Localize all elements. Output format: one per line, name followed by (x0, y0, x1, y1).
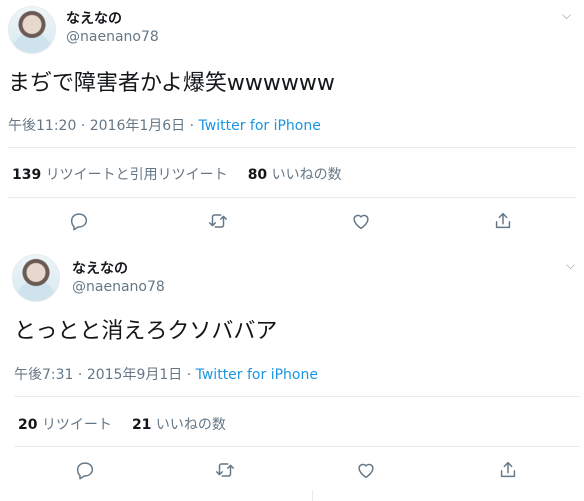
chevron-down-icon[interactable]: ⌵ (562, 8, 571, 23)
chevron-down-icon[interactable]: ⌵ (566, 258, 575, 273)
retweet-stat[interactable]: 139 リツイートと引用リツイート (12, 167, 228, 183)
divider (14, 446, 580, 447)
retweet-icon (216, 463, 234, 477)
tweet-stats: 139 リツイートと引用リツイート 80 いいねの数 (12, 164, 342, 184)
display-name[interactable]: なえなの (72, 258, 128, 278)
share-icon (500, 461, 516, 478)
tweet-date[interactable]: 2016年1月6日 (90, 118, 185, 134)
share-icon (495, 212, 511, 229)
avatar[interactable] (12, 254, 60, 302)
meta-separator: · (80, 118, 86, 134)
avatar[interactable] (8, 6, 56, 54)
like-button[interactable] (355, 459, 379, 483)
meta-separator: · (189, 118, 195, 134)
divider (14, 396, 580, 397)
tweet-time[interactable]: 午後7:31 (14, 367, 73, 383)
divider (312, 490, 313, 501)
share-button[interactable] (492, 210, 516, 234)
meta-separator: · (186, 367, 192, 383)
share-button[interactable] (497, 459, 521, 483)
tweet-time[interactable]: 午後11:20 (8, 118, 76, 134)
retweet-button[interactable] (214, 459, 238, 483)
like-stat[interactable]: 80 いいねの数 (248, 167, 342, 183)
tweet-card: なえなの @naenano78 ⌵ まぢで障害者かよ爆笑wwwwww 午後11:… (0, 0, 584, 240)
tweet-card: なえなの @naenano78 ⌵ とっとと消えろクソババア 午後7:31 · … (0, 248, 584, 501)
display-name[interactable]: なえなの (66, 8, 122, 28)
tweet-source-link[interactable]: Twitter for iPhone (199, 118, 321, 134)
tweet-text: まぢで障害者かよ爆笑wwwwww (8, 71, 335, 96)
retweet-icon (209, 214, 227, 228)
like-icon (353, 214, 369, 230)
reply-button[interactable] (68, 210, 92, 234)
handle[interactable]: @naenano78 (72, 279, 165, 295)
handle[interactable]: @naenano78 (66, 29, 159, 45)
reply-button[interactable] (74, 459, 98, 483)
like-button[interactable] (350, 210, 374, 234)
divider (8, 147, 576, 148)
retweet-stat[interactable]: 20 リツイート (18, 417, 112, 433)
tweet-text: とっとと消えろクソババア (14, 319, 278, 344)
like-icon (358, 463, 374, 479)
reply-icon (70, 213, 88, 231)
retweet-button[interactable] (207, 210, 231, 234)
meta-separator: · (77, 367, 83, 383)
divider (8, 197, 576, 198)
reply-icon (76, 462, 94, 480)
tweet-stats: 20 リツイート 21 いいねの数 (18, 414, 226, 434)
tweet-meta: 午後11:20 · 2016年1月6日 · Twitter for iPhone (8, 115, 321, 135)
tweet-meta: 午後7:31 · 2015年9月1日 · Twitter for iPhone (14, 364, 318, 384)
like-stat[interactable]: 21 いいねの数 (132, 417, 226, 433)
tweet-source-link[interactable]: Twitter for iPhone (196, 367, 318, 383)
tweet-date[interactable]: 2015年9月1日 (87, 367, 182, 383)
